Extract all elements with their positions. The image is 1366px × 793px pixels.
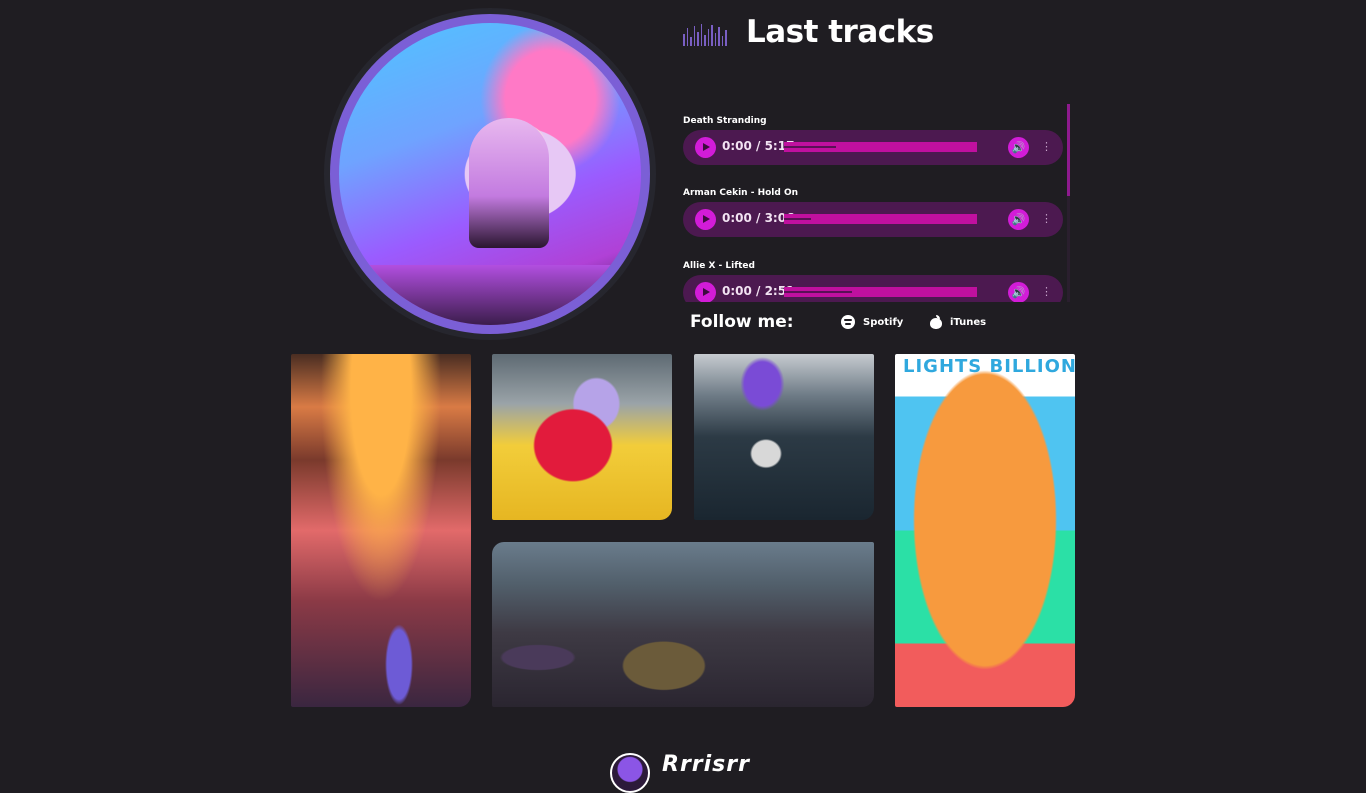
track-item: Arman Cekin - Hold On 0:00 / 3:06 🔊 ⋮ [683, 186, 1063, 237]
scrollbar-thumb[interactable] [1067, 104, 1070, 196]
track-list-scrollbar[interactable] [1067, 104, 1070, 302]
spotify-link[interactable]: Spotify [841, 315, 903, 329]
spotify-icon [841, 315, 855, 329]
gallery-photo-illustration[interactable]: LIGHTS BILLION D [895, 354, 1075, 707]
itunes-link[interactable]: iTunes [930, 315, 986, 329]
play-button[interactable] [695, 137, 716, 158]
track-item: Allie X - Lifted 0:00 / 2:51 🔊 ⋮ [683, 259, 1063, 302]
volume-icon[interactable]: 🔊 [1008, 209, 1029, 230]
track-name: Arman Cekin - Hold On [683, 188, 799, 198]
seek-progress [784, 291, 852, 293]
follow-label: Follow me: [690, 312, 794, 332]
gallery-photo-concert[interactable] [291, 354, 471, 707]
avatar-photo [339, 23, 641, 325]
avatar-desk [339, 265, 641, 325]
seek-bar[interactable] [784, 287, 977, 297]
more-options-icon[interactable]: ⋮ [1041, 211, 1052, 227]
more-options-icon[interactable]: ⋮ [1041, 284, 1052, 300]
audio-player: 0:00 / 5:17 🔊 ⋮ [683, 130, 1063, 165]
track-item: Death Stranding 0:00 / 5:17 🔊 ⋮ [683, 114, 1063, 165]
page-title: Last tracks [746, 14, 934, 50]
apple-icon [930, 315, 942, 329]
track-list[interactable]: Death Stranding 0:00 / 5:17 🔊 ⋮ Arman Ce… [683, 104, 1071, 302]
track-name: Allie X - Lifted [683, 261, 755, 271]
more-options-icon[interactable]: ⋮ [1041, 139, 1052, 155]
footer-logo[interactable]: Rrrisrr [662, 752, 750, 777]
equalizer-icon [683, 24, 727, 46]
seek-progress [784, 218, 812, 220]
gallery-photo-car-dark[interactable] [694, 354, 874, 520]
play-button[interactable] [695, 209, 716, 230]
avatar-figure [469, 118, 549, 248]
volume-icon[interactable]: 🔊 [1008, 137, 1029, 158]
volume-icon[interactable]: 🔊 [1008, 282, 1029, 302]
gallery-photo-car-yellow[interactable] [492, 354, 672, 520]
play-button[interactable] [695, 282, 716, 302]
gallery-photo-crowd[interactable] [492, 542, 874, 707]
profile-avatar [324, 8, 656, 340]
seek-bar[interactable] [784, 142, 977, 152]
avatar-ring [330, 14, 650, 334]
audio-player: 0:00 / 2:51 🔊 ⋮ [683, 275, 1063, 302]
audio-player: 0:00 / 3:06 🔊 ⋮ [683, 202, 1063, 237]
seek-bar[interactable] [784, 214, 977, 224]
poster-text: LIGHTS BILLION D [903, 356, 1075, 377]
seek-progress [784, 146, 837, 148]
spotify-label: Spotify [863, 316, 904, 328]
footer-avatar [610, 753, 650, 793]
track-name: Death Stranding [683, 116, 767, 126]
itunes-label: iTunes [950, 316, 987, 328]
